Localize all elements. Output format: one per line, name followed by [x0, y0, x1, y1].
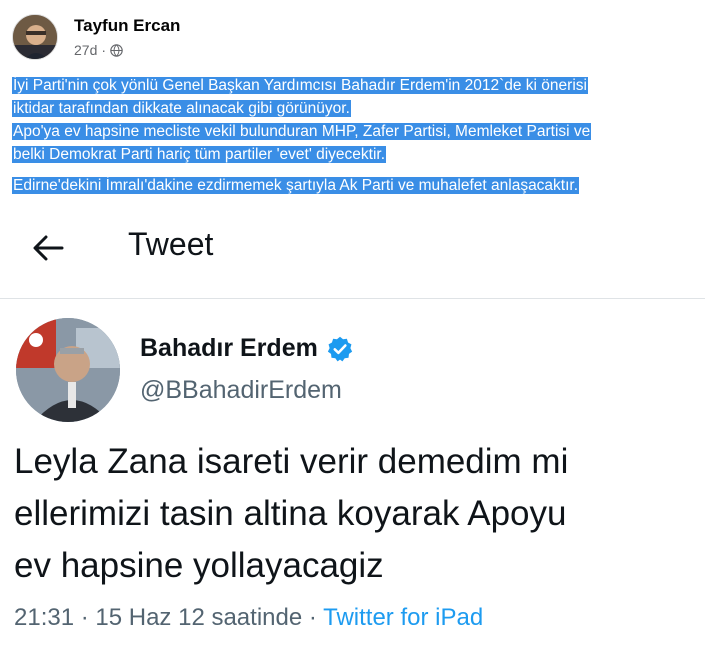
tweet-line: Leyla Zana isareti verir demedim mi — [14, 442, 569, 481]
post-line: belki Demokrat Parti hariç tüm partiler … — [12, 146, 387, 163]
post-line: iktidar tarafından dikkate alınacak gibi… — [12, 100, 351, 117]
tweet-author-handle: @BBahadirErdem — [140, 376, 342, 404]
post-paragraph-2: Edirne'dekini İmralı'dakine ezdirmemek ş… — [12, 174, 702, 197]
tweet-nav-title: Tweet — [128, 226, 214, 262]
tweet-footer: 21:31 · 15 Haz 12 saatinde · Twitter for… — [14, 604, 483, 632]
post-meta: 27d · — [74, 42, 123, 58]
post-line: Edirne'dekini İmralı'dakine ezdirmemek ş… — [12, 177, 580, 194]
verified-badge-icon — [327, 336, 352, 361]
tweet-line: ellerimizi tasin altina koyarak Apoyu — [14, 494, 567, 533]
back-arrow-icon — [33, 235, 64, 261]
tweet-nav-bar: Tweet — [0, 220, 705, 280]
tweet-source: Twitter for iPad — [323, 604, 484, 631]
meta-separator: · — [101, 42, 107, 58]
globe-icon[interactable] — [110, 43, 123, 57]
post-line: Apo'ya ev hapsine mecliste vekil bulundu… — [12, 123, 592, 140]
tweet-author-name: Bahadır Erdem — [140, 334, 354, 363]
post-text: İyi Parti'nin çok yönlü Genel Başkan Yar… — [12, 74, 702, 205]
tweet-line: ev hapsine yollayacagiz — [14, 546, 384, 585]
post-line: İyi Parti'nin çok yönlü Genel Başkan Yar… — [12, 77, 588, 94]
tweet-divider — [0, 298, 705, 299]
author-avatar[interactable] — [12, 14, 58, 60]
tweet-author-name-text: Bahadır Erdem — [140, 334, 318, 362]
tweet-timestamp: 21:31 · 15 Haz 12 saatinde — [14, 604, 303, 631]
post-time[interactable]: 27d — [74, 42, 97, 58]
tweet-author-avatar — [16, 318, 120, 422]
tweet-body: Leyla Zana isareti verir demedim mi elle… — [14, 436, 694, 592]
post-paragraph-1: İyi Parti'nin çok yönlü Genel Başkan Yar… — [12, 74, 702, 166]
author-name[interactable]: Tayfun Ercan — [74, 16, 180, 36]
tweet-footer-separator: · — [302, 604, 324, 631]
